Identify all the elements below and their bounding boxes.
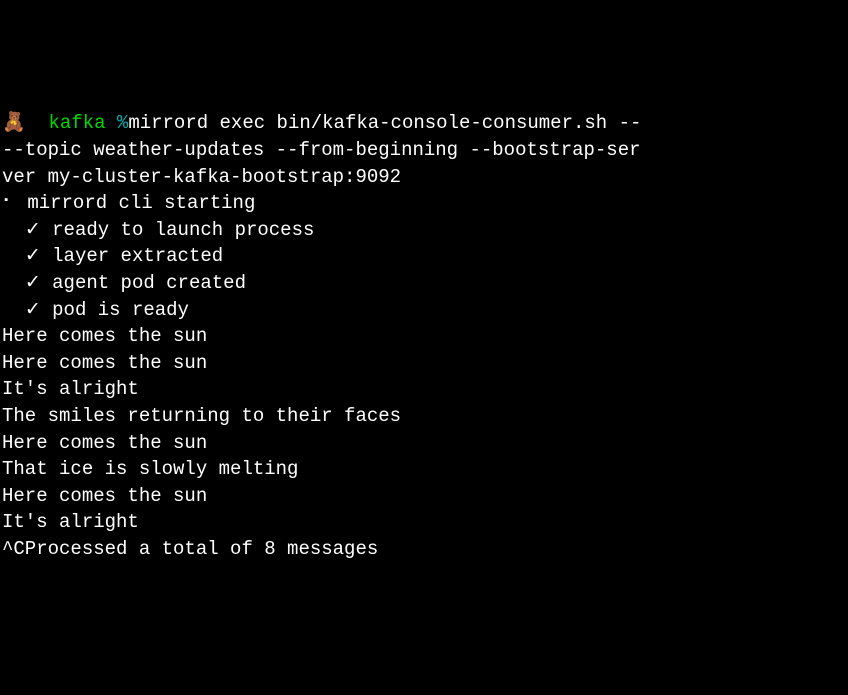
cli-status-text: mirrord cli starting (27, 192, 255, 214)
output-line: Here comes the sun (2, 483, 846, 510)
command-input-line3: ver my-cluster-kafka-bootstrap:9092 (2, 164, 846, 191)
cli-status-line: ⠂ mirrord cli starting (2, 190, 846, 217)
output-line: It's alright (2, 376, 846, 403)
step-line: ✓ ready to launch process (2, 217, 846, 244)
output-line: The smiles returning to their faces (2, 403, 846, 430)
step-line: ✓ pod is ready (2, 297, 846, 324)
output-line: Here comes the sun (2, 430, 846, 457)
output-line: It's alright (2, 509, 846, 536)
output-line: Here comes the sun (2, 350, 846, 377)
output-line: That ice is slowly melting (2, 456, 846, 483)
prompt-line: 🧸 kafka %mirrord exec bin/kafka-console-… (2, 110, 846, 137)
output-line: ^CProcessed a total of 8 messages (2, 536, 846, 563)
spinner-icon: ⠂ (2, 192, 16, 214)
check-icon: ✓ (25, 219, 41, 241)
step-text: layer extracted (52, 245, 223, 267)
step-line: ✓ agent pod created (2, 270, 846, 297)
bear-icon: 🧸 (2, 110, 26, 137)
step-line: ✓ layer extracted (2, 243, 846, 270)
output-line: Here comes the sun (2, 323, 846, 350)
check-icon: ✓ (25, 245, 41, 267)
command-input-line2: --topic weather-updates --from-beginning… (2, 137, 846, 164)
command-input-line1[interactable]: mirrord exec bin/kafka-console-consumer.… (128, 112, 653, 134)
step-text: pod is ready (52, 299, 189, 321)
check-icon: ✓ (25, 299, 41, 321)
prompt-symbol: % (117, 112, 128, 134)
check-icon: ✓ (25, 272, 41, 294)
step-text: agent pod created (52, 272, 246, 294)
step-text: ready to launch process (52, 219, 314, 241)
current-directory: kafka (48, 112, 105, 134)
